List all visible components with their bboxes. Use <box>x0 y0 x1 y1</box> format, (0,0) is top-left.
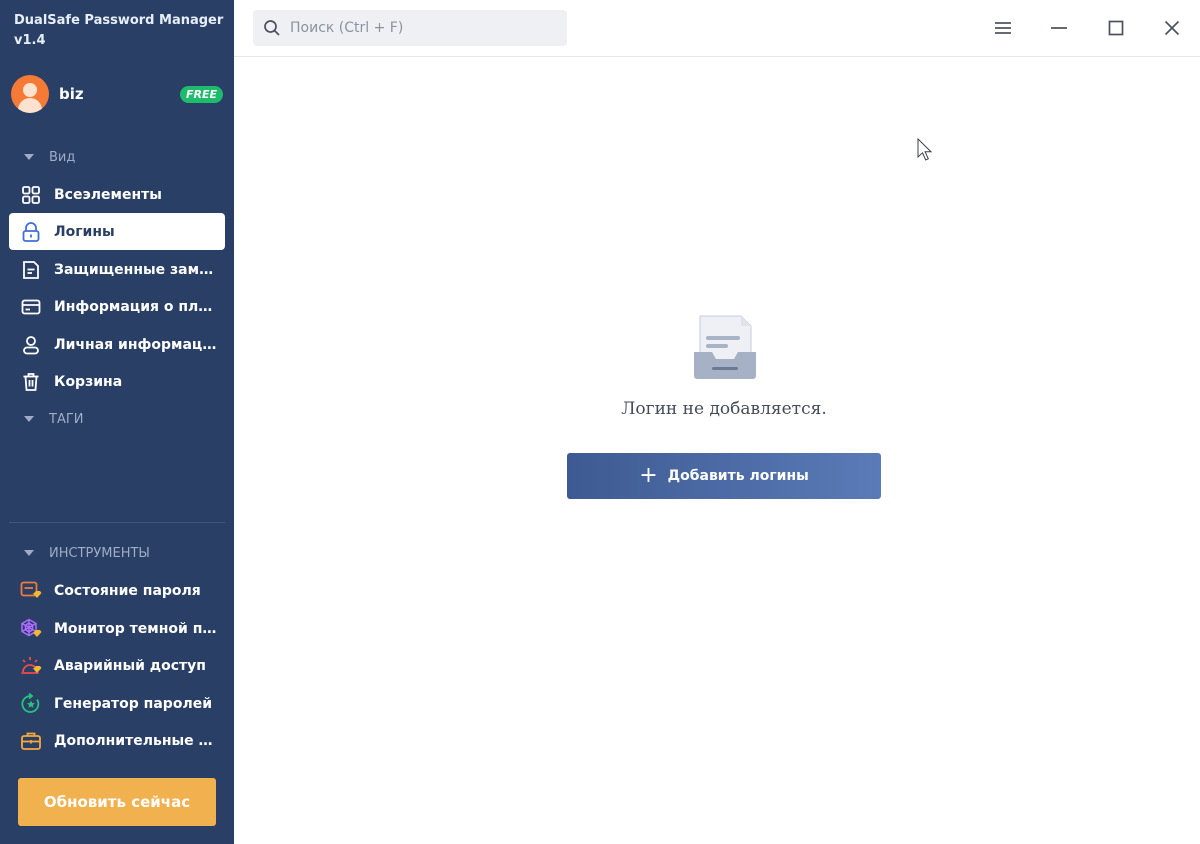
sidebar-item-logins[interactable]: Логины <box>9 213 225 250</box>
menu-icon[interactable] <box>991 16 1015 40</box>
mouse-cursor-icon <box>917 138 933 161</box>
dark-web-monitor-icon <box>20 618 42 640</box>
lock-icon <box>20 221 42 243</box>
sidebar-divider <box>9 522 225 523</box>
sidebar-item-label: Аварийный доступ <box>54 657 206 674</box>
app-title: DualSafe Password Manager v1.4 <box>14 13 224 48</box>
caret-down-icon <box>24 154 34 160</box>
sidebar-item-payment-info[interactable]: Информация о платеже <box>9 288 225 325</box>
plus-icon: + <box>639 463 658 488</box>
sidebar-item-label: Дополнительные инструменты <box>54 732 225 749</box>
plan-badge: FREE <box>179 85 223 103</box>
section-tags-toggle[interactable]: ТАГИ <box>24 409 224 429</box>
sidebar-item-secure-notes[interactable]: Защищенные заметки <box>9 251 225 288</box>
sidebar-item-label: Состояние пароля <box>54 582 201 599</box>
section-tags-label: ТАГИ <box>49 411 84 427</box>
close-icon[interactable] <box>1160 16 1184 40</box>
section-view-label: Вид <box>49 149 76 165</box>
sidebar-item-label: Всеэлементы <box>54 186 162 203</box>
add-logins-label: Добавить логины <box>667 468 809 484</box>
sidebar-item-dark-web-monitor[interactable]: Монитор темной паутины <box>9 610 225 647</box>
minimize-icon[interactable] <box>1047 16 1071 40</box>
sidebar-item-label: Генератор паролей <box>54 695 212 712</box>
search-icon <box>263 19 281 37</box>
top-bar <box>234 0 1200 57</box>
username: biz <box>59 85 84 103</box>
sidebar-item-password-generator[interactable]: Генератор паролей <box>9 685 225 722</box>
search-input[interactable] <box>290 20 550 36</box>
section-view-toggle[interactable]: Вид <box>24 147 224 167</box>
sidebar-item-label: Личная информация <box>54 336 222 353</box>
sidebar-item-personal-info[interactable]: Личная информация <box>9 326 225 363</box>
sidebar-item-password-health[interactable]: Состояние пароля <box>9 572 225 609</box>
sidebar-item-trash[interactable]: Корзина <box>9 363 225 400</box>
sidebar-item-label: Информация о платеже <box>54 298 225 315</box>
sidebar-item-emergency-access[interactable]: Аварийный доступ <box>9 647 225 684</box>
card-icon <box>20 296 42 318</box>
search-box[interactable] <box>253 10 567 46</box>
add-logins-button[interactable]: + Добавить логины <box>567 453 881 499</box>
sidebar-item-label: Корзина <box>54 373 123 390</box>
briefcase-icon <box>20 730 42 752</box>
sidebar-item-more-tools[interactable]: Дополнительные инструменты <box>9 722 225 759</box>
person-icon <box>20 334 42 356</box>
sidebar-item-all-items[interactable]: Всеэлементы <box>9 176 225 213</box>
password-generator-icon <box>20 692 42 715</box>
upgrade-now-button[interactable]: Обновить сейчас <box>18 778 216 826</box>
note-icon <box>20 259 42 281</box>
empty-inbox-icon <box>694 315 756 379</box>
grid-icon <box>20 184 42 206</box>
maximize-icon[interactable] <box>1104 16 1128 40</box>
password-health-icon <box>20 580 42 602</box>
caret-down-icon <box>24 550 34 556</box>
trash-icon <box>20 371 42 393</box>
sidebar-item-label: Логины <box>54 223 115 240</box>
user-profile[interactable]: biz FREE <box>11 75 223 113</box>
caret-down-icon <box>24 416 34 422</box>
sidebar-item-label: Монитор темной паутины <box>54 620 225 637</box>
section-tools-toggle[interactable]: ИНСТРУМЕНТЫ <box>24 543 224 563</box>
emergency-access-icon <box>20 655 42 677</box>
avatar <box>11 75 49 113</box>
sidebar-item-label: Защищенные заметки <box>54 261 225 278</box>
empty-state-message: Логин не добавляется. <box>621 399 827 419</box>
section-tools-label: ИНСТРУМЕНТЫ <box>49 545 150 561</box>
sidebar: DualSafe Password Manager v1.4 biz FREE … <box>0 0 234 844</box>
